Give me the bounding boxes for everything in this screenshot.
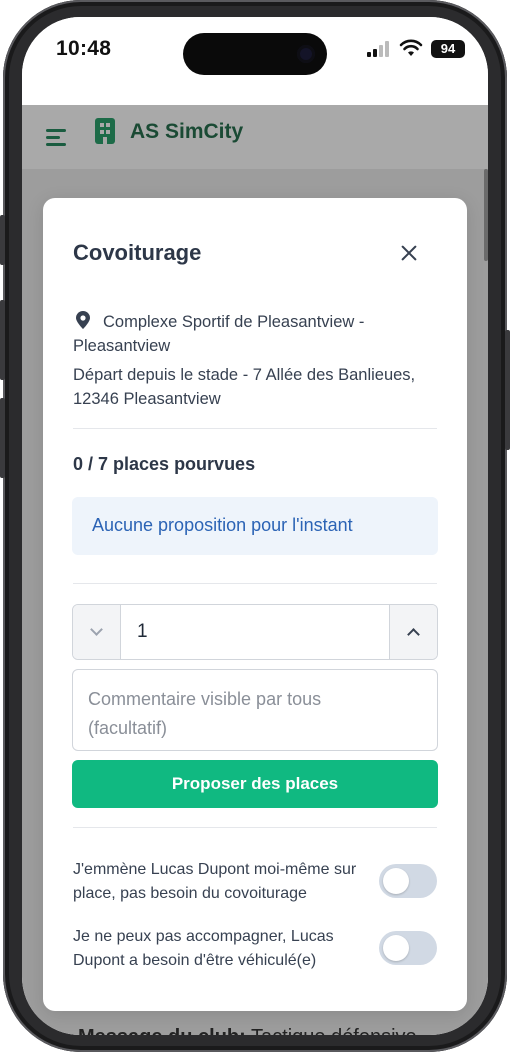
- seat-count-input[interactable]: 1: [137, 621, 148, 643]
- offer-seats-button[interactable]: Proposer des places: [72, 760, 438, 808]
- club-message-peek: Message du club: Tactique défensive: [78, 1026, 417, 1035]
- dynamic-island: [183, 33, 327, 75]
- brand-name[interactable]: AS SimCity: [130, 120, 243, 144]
- battery-indicator: 94: [431, 40, 465, 58]
- comment-placeholder: Commentaire visible par tous (facultatif…: [88, 689, 322, 738]
- decrement-button[interactable]: [73, 605, 121, 659]
- comment-field[interactable]: Commentaire visible par tous (facultatif…: [72, 669, 438, 751]
- menu-icon[interactable]: [46, 129, 68, 147]
- close-icon[interactable]: [397, 241, 421, 265]
- divider: [73, 827, 437, 828]
- building-icon: [95, 118, 115, 144]
- wifi-icon: [399, 39, 423, 56]
- divider: [73, 428, 437, 429]
- needs-ride-label: Je ne peux pas accompagner, Lucas Dupont…: [73, 928, 334, 969]
- cellular-signal-icon: [367, 41, 391, 57]
- action-button: [0, 215, 5, 265]
- volume-up-button: [0, 300, 5, 380]
- volume-down-button: [0, 398, 5, 478]
- empty-offers-notice: Aucune proposition pour l'instant: [72, 497, 438, 555]
- increment-button[interactable]: [389, 605, 437, 659]
- divider: [73, 583, 437, 584]
- self-transport-label: J'emmène Lucas Dupont moi-même sur place…: [73, 861, 357, 902]
- offer-seats-label: Proposer des places: [171, 774, 339, 793]
- scrollbar[interactable]: [484, 169, 488, 261]
- chevron-up-icon: [407, 628, 420, 641]
- self-transport-toggle[interactable]: [379, 864, 437, 898]
- event-location: Complexe Sportif de Pleasantview - Pleas…: [73, 313, 365, 355]
- power-button: [505, 330, 510, 450]
- empty-offers-text: Aucune proposition pour l'instant: [92, 515, 353, 535]
- chevron-down-icon: [90, 623, 103, 636]
- app-header: AS SimCity: [22, 105, 488, 169]
- seat-count-stepper: 1: [72, 604, 438, 660]
- needs-ride-toggle[interactable]: [379, 931, 437, 965]
- status-bar: 10:48 94: [22, 17, 488, 105]
- status-time: 10:48: [56, 37, 112, 60]
- camera-icon: [297, 45, 315, 63]
- screen: 10:48 94 AS SimCity Messag: [22, 17, 488, 1035]
- seats-filled-count: 0 / 7 places pourvues: [73, 454, 256, 474]
- departure-address: Départ depuis le stade - 7 Allée des Ban…: [73, 366, 416, 408]
- carpool-modal: Covoiturage Complexe Sportif de Pleasant…: [43, 198, 467, 1011]
- modal-title: Covoiturage: [73, 240, 202, 265]
